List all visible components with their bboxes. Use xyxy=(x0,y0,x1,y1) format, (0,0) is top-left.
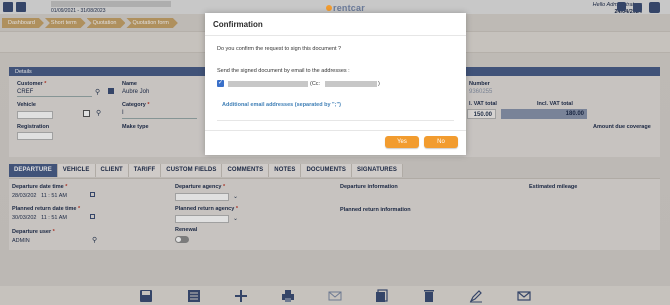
additional-email-link[interactable]: Additional email addresses (separated by… xyxy=(222,102,341,108)
redacted-email xyxy=(228,81,308,87)
dialog-question: Do you confirm the request to sign this … xyxy=(217,46,342,52)
cc-close: ) xyxy=(378,81,380,87)
divider xyxy=(205,130,466,131)
email-checkbox[interactable]: ✓ xyxy=(217,80,224,87)
rentcar-logo: rentcar xyxy=(326,3,365,13)
divider xyxy=(205,35,466,36)
redacted-cc-email xyxy=(325,81,377,87)
yes-button[interactable]: Yes xyxy=(385,136,419,148)
send-email-text: Send the signed document by email to the… xyxy=(217,68,350,74)
confirmation-dialog: Confirmation Do you confirm the request … xyxy=(205,13,466,155)
dialog-title: Confirmation xyxy=(213,20,263,29)
no-button[interactable]: No xyxy=(424,136,458,148)
cc-label: (Cc: xyxy=(310,81,321,87)
divider xyxy=(217,120,454,121)
